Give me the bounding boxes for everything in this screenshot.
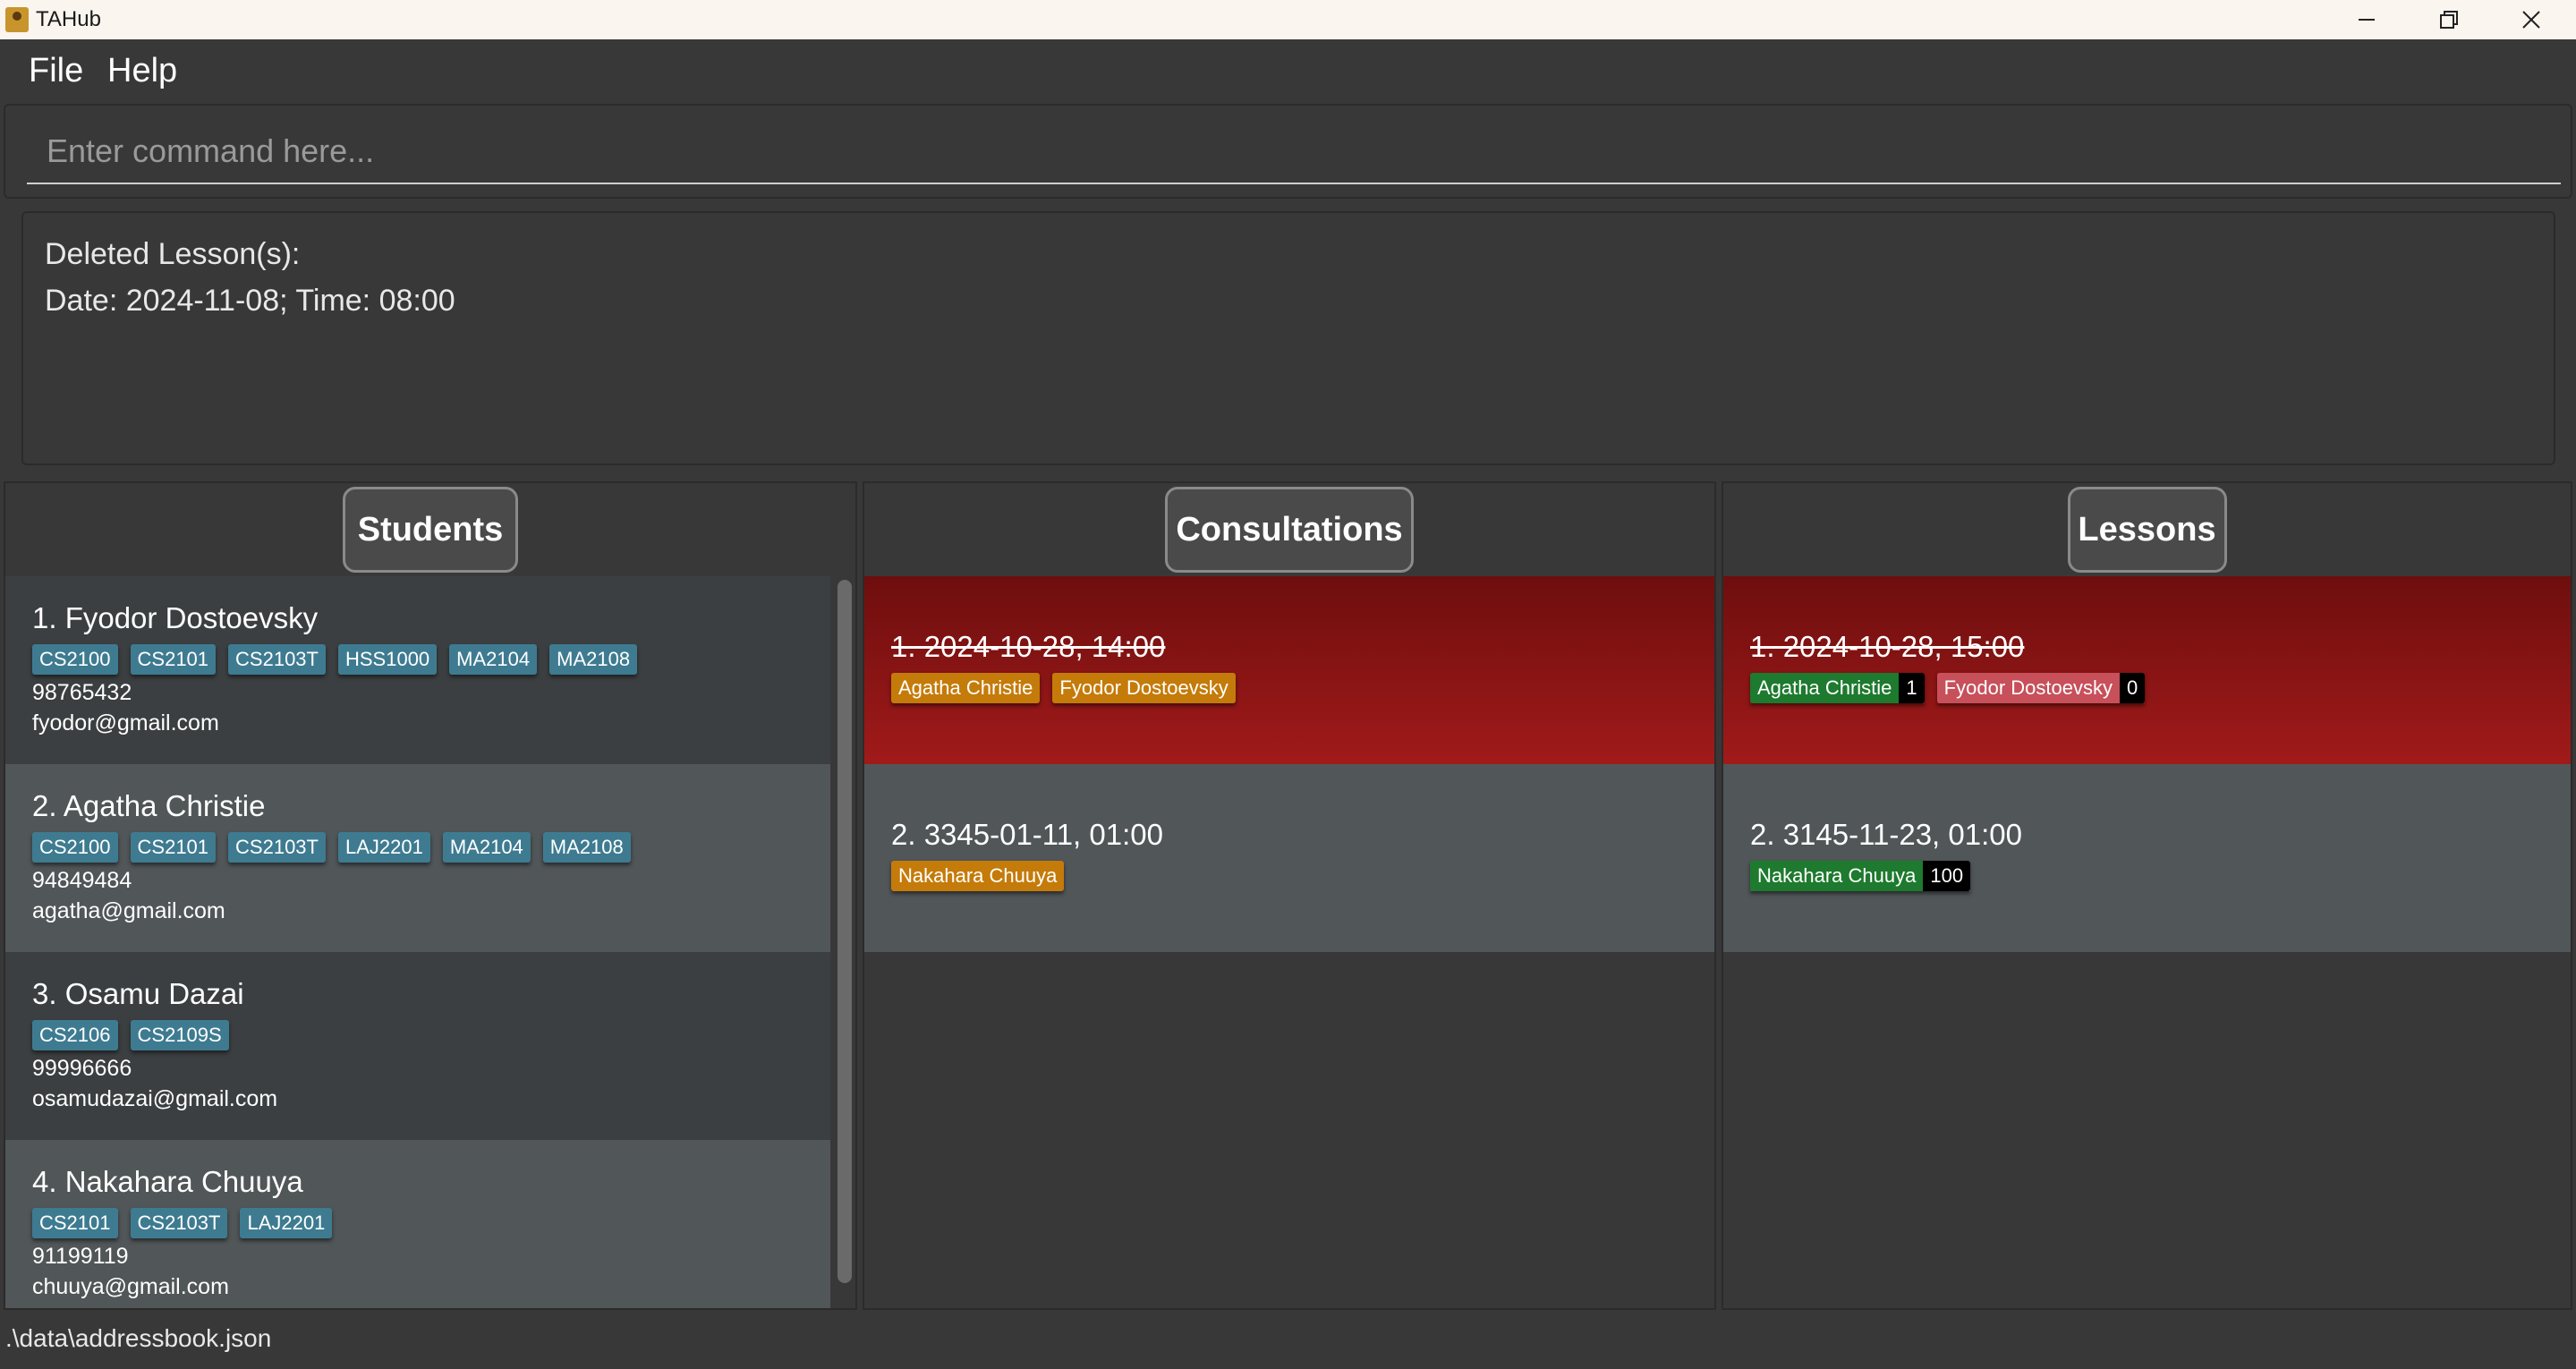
lesson-title: 1. 2024-10-28, 15:00 bbox=[1750, 630, 2025, 663]
attendance-student-name: Agatha Christie bbox=[1750, 673, 1900, 703]
student-phone: 99996666 bbox=[32, 1056, 132, 1081]
lesson-students: Nakahara Chuuya 100 bbox=[1750, 861, 1971, 891]
attendance-tag: Agatha Christie 1 bbox=[1750, 673, 1925, 703]
title-bar: TAHub bbox=[0, 0, 2576, 39]
student-tags: CS2101 CS2103T LAJ2201 bbox=[32, 1208, 333, 1238]
module-tag: CS2101 bbox=[130, 644, 217, 675]
save-location: .\data\addressbook.json bbox=[5, 1324, 272, 1352]
module-tag: CS2106 bbox=[32, 1020, 118, 1050]
students-scrollbar[interactable] bbox=[837, 580, 852, 1283]
student-phone: 98765432 bbox=[32, 680, 132, 705]
restore-icon bbox=[2440, 11, 2458, 29]
lessons-panel: Lessons 1. 2024-10-28, 15:00 Agatha Chri… bbox=[1722, 481, 2572, 1310]
module-tag: CS2103T bbox=[130, 1208, 228, 1238]
module-tag: CS2103T bbox=[228, 644, 326, 675]
command-box bbox=[4, 104, 2572, 199]
module-tag: CS2101 bbox=[130, 832, 217, 863]
student-tags: CS2100 CS2101 CS2103T HSS1000 MA2104 MA2… bbox=[32, 644, 638, 675]
module-tag: HSS1000 bbox=[337, 644, 438, 675]
consultations-panel: Consultations 1. 2024-10-28, 14:00 Agath… bbox=[863, 481, 1716, 1310]
student-tags: CS2100 CS2101 CS2103T LAJ2201 MA2104 MA2… bbox=[32, 832, 631, 863]
student-name: 2. Agatha Christie bbox=[32, 789, 266, 822]
student-tag: Fyodor Dostoevsky bbox=[1052, 673, 1236, 703]
menu-bar: File Help bbox=[0, 39, 2576, 104]
student-phone: 91199119 bbox=[32, 1244, 129, 1269]
student-name: 4. Nakahara Chuuya bbox=[32, 1165, 303, 1198]
participation-count: 0 bbox=[2119, 673, 2146, 703]
student-tag: Nakahara Chuuya bbox=[891, 861, 1065, 891]
student-name: 1. Fyodor Dostoevsky bbox=[32, 601, 319, 634]
student-card[interactable]: 1. Fyodor Dostoevsky CS2100 CS2101 CS210… bbox=[5, 576, 830, 764]
module-tag: CS2101 bbox=[32, 1208, 118, 1238]
participation-count: 1 bbox=[1899, 673, 1925, 703]
module-tag: MA2104 bbox=[449, 644, 538, 675]
student-email: chuuya@gmail.com bbox=[32, 1274, 229, 1299]
student-email: agatha@gmail.com bbox=[32, 898, 225, 923]
consultation-students: Nakahara Chuuya bbox=[891, 861, 1065, 891]
result-display: Deleted Lesson(s): Date: 2024-11-08; Tim… bbox=[21, 211, 2555, 465]
student-tags: CS2106 CS2109S bbox=[32, 1020, 229, 1050]
student-email: osamudazai@gmail.com bbox=[32, 1086, 278, 1111]
attendance-student-name: Nakahara Chuuya bbox=[1750, 861, 1924, 891]
menu-help[interactable]: Help bbox=[107, 52, 177, 90]
module-tag: MA2108 bbox=[542, 832, 631, 863]
students-header[interactable]: Students bbox=[343, 487, 518, 573]
students-panel: Students 1. Fyodor Dostoevsky CS2100 CS2… bbox=[4, 481, 857, 1310]
module-tag: MA2104 bbox=[442, 832, 531, 863]
module-tag: LAJ2201 bbox=[240, 1208, 333, 1238]
attendance-tag: Fyodor Dostoevsky 0 bbox=[1936, 673, 2146, 703]
module-tag: CS2100 bbox=[32, 644, 118, 675]
lesson-title: 2. 3145-11-23, 01:00 bbox=[1750, 818, 2022, 851]
student-email: fyodor@gmail.com bbox=[32, 710, 219, 736]
module-tag: CS2103T bbox=[228, 832, 326, 863]
command-input[interactable] bbox=[27, 120, 2561, 184]
minimize-button[interactable] bbox=[2326, 0, 2407, 39]
consultation-card[interactable]: 2. 3345-01-11, 01:00 Nakahara Chuuya bbox=[864, 764, 1714, 952]
result-line-1: Deleted Lesson(s): bbox=[45, 237, 301, 271]
participation-count: 100 bbox=[1923, 861, 1971, 891]
close-button[interactable] bbox=[2491, 0, 2572, 39]
result-line-2: Date: 2024-11-08; Time: 08:00 bbox=[45, 284, 455, 318]
module-tag: LAJ2201 bbox=[337, 832, 430, 863]
lessons-header[interactable]: Lessons bbox=[2067, 487, 2227, 573]
app-icon bbox=[5, 7, 29, 32]
student-card[interactable]: 3. Osamu Dazai CS2106 CS2109S 99996666 o… bbox=[5, 952, 830, 1140]
menu-file[interactable]: File bbox=[29, 52, 83, 90]
attendance-tag: Nakahara Chuuya 100 bbox=[1750, 861, 1971, 891]
student-card[interactable]: 2. Agatha Christie CS2100 CS2101 CS2103T… bbox=[5, 764, 830, 952]
lesson-card[interactable]: 2. 3145-11-23, 01:00 Nakahara Chuuya 100 bbox=[1723, 764, 2571, 952]
consultation-students: Agatha Christie Fyodor Dostoevsky bbox=[891, 673, 1236, 703]
consultations-header[interactable]: Consultations bbox=[1165, 487, 1414, 573]
close-icon bbox=[2522, 11, 2540, 29]
lesson-students: Agatha Christie 1 Fyodor Dostoevsky 0 bbox=[1750, 673, 2146, 703]
student-tag: Agatha Christie bbox=[891, 673, 1041, 703]
consultation-card[interactable]: 1. 2024-10-28, 14:00 Agatha Christie Fyo… bbox=[864, 576, 1714, 764]
student-name: 3. Osamu Dazai bbox=[32, 977, 244, 1010]
status-bar: .\data\addressbook.json bbox=[0, 1312, 2576, 1369]
consultation-title: 1. 2024-10-28, 14:00 bbox=[891, 630, 1166, 663]
restore-button[interactable] bbox=[2409, 0, 2489, 39]
consultation-title: 2. 3345-01-11, 01:00 bbox=[891, 818, 1163, 851]
module-tag: CS2109S bbox=[130, 1020, 229, 1050]
lesson-card[interactable]: 1. 2024-10-28, 15:00 Agatha Christie 1 F… bbox=[1723, 576, 2571, 764]
window-title: TAHub bbox=[36, 7, 101, 31]
attendance-student-name: Fyodor Dostoevsky bbox=[1936, 673, 2120, 703]
minimize-icon bbox=[2359, 19, 2375, 21]
module-tag: CS2100 bbox=[32, 832, 118, 863]
module-tag: MA2108 bbox=[549, 644, 638, 675]
student-card[interactable]: 4. Nakahara Chuuya CS2101 CS2103T LAJ220… bbox=[5, 1140, 830, 1308]
student-phone: 94849484 bbox=[32, 868, 132, 893]
